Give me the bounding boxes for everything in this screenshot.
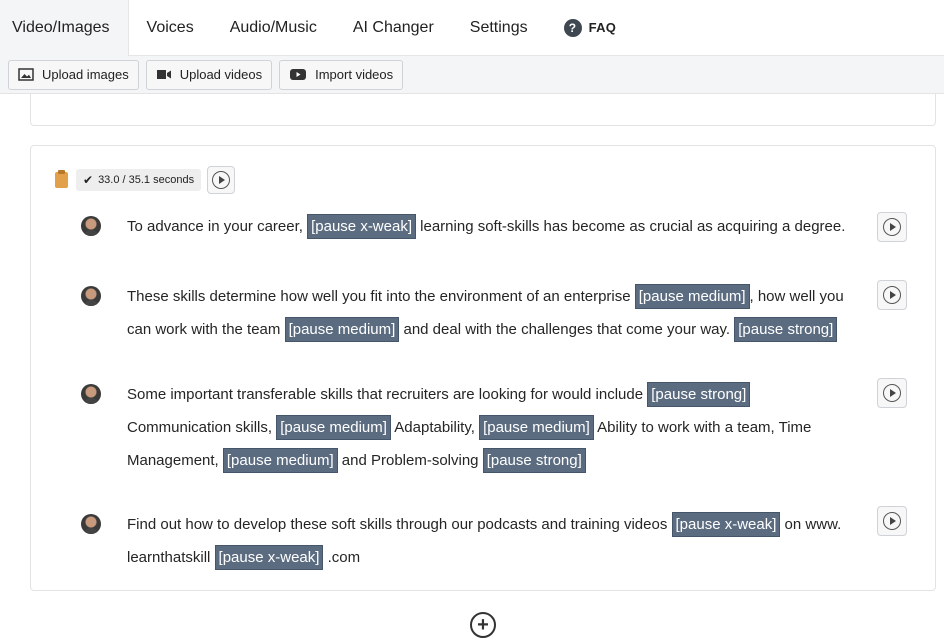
script-text: Find out how to develop these soft skill…	[127, 516, 672, 533]
help-icon: ?	[563, 18, 582, 37]
script-line-1[interactable]: To advance in your career, [pause x-weak…	[127, 210, 847, 243]
script-text: .com	[323, 549, 361, 566]
video-camera-icon	[156, 70, 171, 79]
play-icon	[883, 384, 901, 402]
tab-audio-music[interactable]: Audio/Music	[212, 0, 335, 56]
script-text: Communication skills,	[127, 419, 277, 436]
pause-tag[interactable]: [pause medium]	[222, 448, 338, 473]
script-line-4[interactable]: Find out how to develop these soft skill…	[127, 508, 847, 574]
import-videos-label: Import videos	[315, 67, 394, 82]
pause-tag[interactable]: [pause x-weak]	[307, 214, 416, 239]
upload-images-label: Upload images	[42, 67, 129, 82]
play-icon	[883, 218, 901, 236]
tab-label: FAQ	[588, 20, 617, 35]
play-icon	[212, 171, 231, 189]
tab-faq[interactable]: ? FAQ	[546, 0, 635, 56]
tab-label: Settings	[469, 18, 528, 36]
play-icon	[883, 286, 901, 304]
image-icon	[18, 68, 34, 81]
play-line-button[interactable]	[877, 280, 907, 310]
top-tab-bar: Video/Images Voices Audio/Music AI Chang…	[0, 0, 944, 56]
pause-tag[interactable]: [pause medium]	[479, 415, 594, 440]
script-text: and Problem-solving	[337, 452, 483, 469]
youtube-icon	[290, 69, 307, 80]
pause-tag[interactable]: [pause medium]	[284, 317, 400, 342]
pause-tag[interactable]: [pause strong]	[734, 317, 838, 342]
tab-label: AI Changer	[352, 18, 434, 36]
avatar[interactable]	[81, 384, 101, 404]
play-line-button[interactable]	[877, 212, 907, 242]
play-line-button[interactable]	[877, 506, 907, 536]
avatar[interactable]	[81, 514, 101, 534]
script-text: and deal with the challenges that come y…	[399, 321, 735, 338]
play-line-button[interactable]	[877, 378, 907, 408]
scene-card: ✔ 33.0 / 35.1 seconds To advance in your…	[30, 145, 936, 591]
pause-tag[interactable]: [pause medium]	[634, 284, 750, 309]
script-line-2[interactable]: These skills determine how well you fit …	[127, 280, 847, 346]
duration-text: 33.0 / 35.1 seconds	[98, 174, 195, 186]
tab-voices[interactable]: Voices	[129, 0, 212, 56]
pause-tag[interactable]: [pause x-weak]	[671, 512, 781, 537]
tab-label: Voices	[146, 18, 194, 36]
play-icon	[883, 512, 901, 530]
tab-label: Audio/Music	[229, 18, 317, 36]
add-scene-icon[interactable]: +	[470, 612, 496, 638]
import-videos-button[interactable]: Import videos	[279, 59, 404, 90]
script-text: Adaptability,	[390, 419, 480, 436]
avatar[interactable]	[81, 216, 101, 236]
duration-badge: ✔ 33.0 / 35.1 seconds	[76, 169, 202, 191]
media-toolbar: Upload images Upload videos Import video…	[0, 56, 944, 94]
script-text: To advance in your career,	[127, 218, 308, 235]
script-text: These skills determine how well you fit …	[127, 288, 635, 305]
avatar[interactable]	[81, 286, 101, 306]
pause-tag[interactable]: [pause x-weak]	[214, 545, 324, 570]
upload-images-button[interactable]: Upload images	[8, 59, 139, 90]
play-scene-button[interactable]	[207, 166, 236, 194]
tab-ai-changer[interactable]: AI Changer	[335, 0, 452, 56]
tab-settings[interactable]: Settings	[452, 0, 546, 56]
previous-scene-card	[30, 94, 936, 126]
pause-tag[interactable]: [pause strong]	[482, 448, 586, 473]
pause-tag[interactable]: [pause strong]	[647, 382, 751, 407]
pause-tag[interactable]: [pause medium]	[276, 415, 391, 440]
scene-header: ✔ 33.0 / 35.1 seconds	[55, 166, 236, 194]
script-line-3[interactable]: Some important transferable skills that …	[127, 378, 847, 477]
upload-videos-button[interactable]: Upload videos	[145, 59, 273, 90]
upload-videos-label: Upload videos	[179, 67, 263, 82]
clipboard-icon[interactable]	[55, 170, 68, 188]
tab-video-images[interactable]: Video/Images	[0, 0, 129, 56]
check-icon: ✔	[83, 173, 94, 187]
script-text: learning soft-skills has become as cruci…	[416, 218, 846, 235]
script-text: Some important transferable skills that …	[127, 386, 648, 403]
tab-label: Video/Images	[12, 18, 110, 36]
